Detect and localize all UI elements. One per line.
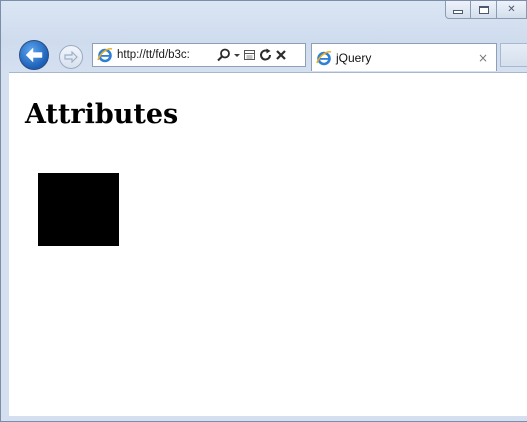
maximize-button[interactable] [471,1,497,19]
compatibility-view-icon [244,50,255,60]
search-icon [217,48,230,62]
close-window-button[interactable]: ✕ [497,1,527,19]
address-tools [217,46,287,64]
back-button[interactable] [19,40,49,70]
navigation-bar: http://tt/fd/b3c: jQuery × [1,39,527,71]
forward-button[interactable] [59,45,83,69]
maximize-icon [478,5,489,14]
minimize-icon [453,9,463,14]
page-title: Attributes [25,99,179,130]
tab-ie-logo-icon [316,50,332,66]
back-arrow-icon [25,47,43,63]
page-content: Attributes [9,72,527,416]
minimize-button[interactable] [445,1,471,19]
close-icon: ✕ [507,3,516,15]
tab-title: jQuery [336,50,372,65]
compatibility-view-button[interactable] [243,46,257,64]
browser-tab[interactable]: jQuery × [311,43,497,71]
stop-button[interactable] [275,46,287,64]
black-square-box [38,173,119,246]
ie-logo-icon [97,47,113,63]
forward-arrow-icon [64,51,78,63]
refresh-button[interactable] [259,46,273,64]
refresh-icon [260,48,272,61]
stop-icon [276,50,286,60]
address-dropdown-button[interactable] [233,46,241,64]
dropdown-icon [234,54,240,57]
new-tab-button[interactable] [500,43,527,67]
caption-buttons: ✕ [445,1,527,19]
search-button[interactable] [217,46,231,64]
tab-close-icon[interactable]: × [478,51,488,65]
address-url[interactable]: http://tt/fd/b3c: [117,49,213,61]
browser-window: ✕ http://tt/fd/b3c: jQuery × Attributes [0,0,527,422]
address-bar[interactable]: http://tt/fd/b3c: [92,43,306,67]
